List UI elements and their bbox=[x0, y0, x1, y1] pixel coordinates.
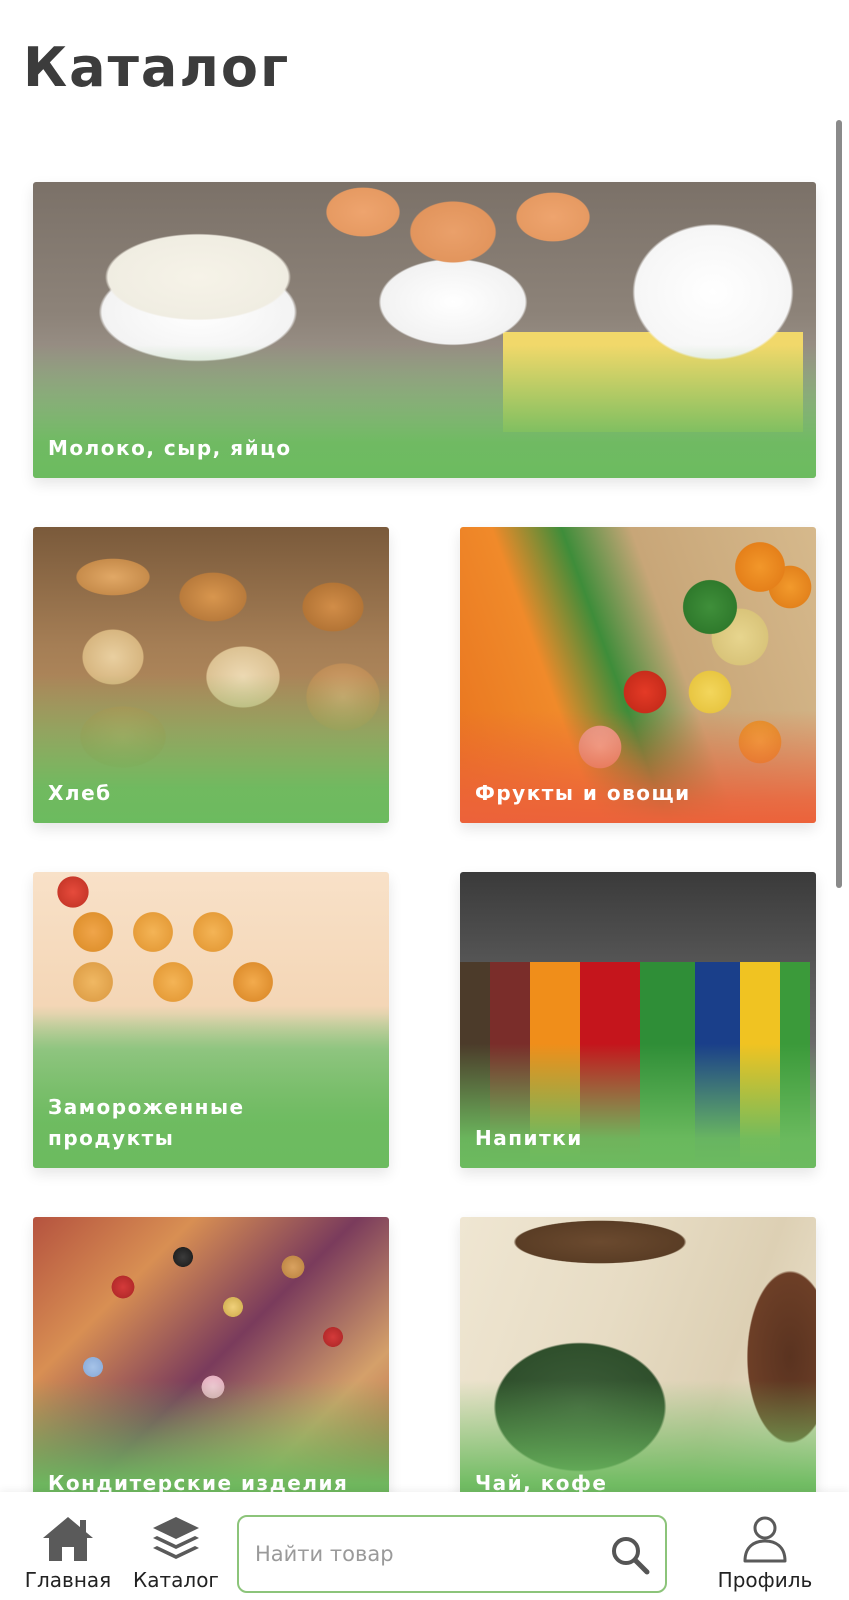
category-card-dairy[interactable]: Молоко, сыр, яйцо bbox=[33, 182, 816, 478]
category-card-bread[interactable]: Хлеб bbox=[33, 527, 389, 823]
bottom-navigation: Главная Каталог Профиль bbox=[0, 1492, 849, 1600]
category-label: Напитки bbox=[475, 1123, 804, 1154]
category-label-line: Напитки bbox=[475, 1126, 583, 1150]
scrollbar[interactable] bbox=[836, 120, 842, 888]
layers-icon bbox=[148, 1514, 204, 1564]
category-card-fruits-vegetables[interactable]: Фрукты и овощи bbox=[460, 527, 816, 823]
search-icon[interactable] bbox=[609, 1534, 651, 1576]
nav-catalog[interactable]: Каталог bbox=[128, 1492, 224, 1600]
category-card-frozen[interactable]: Замороженные продукты bbox=[33, 872, 389, 1168]
home-icon bbox=[40, 1514, 96, 1564]
category-label-line: Молоко, сыр, яйцо bbox=[48, 436, 292, 460]
category-label-line: продукты bbox=[48, 1126, 175, 1150]
category-label: Замороженные продукты bbox=[48, 1092, 377, 1154]
category-label-line: Фрукты и овощи bbox=[475, 781, 691, 805]
nav-home-label: Главная bbox=[24, 1568, 112, 1592]
category-card-drinks[interactable]: Напитки bbox=[460, 872, 816, 1168]
category-label-line: Замороженные bbox=[48, 1095, 245, 1119]
category-label-line: Хлеб bbox=[48, 781, 112, 805]
search-input[interactable] bbox=[255, 1542, 595, 1566]
nav-home[interactable]: Главная bbox=[20, 1492, 116, 1600]
category-card-confectionery[interactable]: Кондитерские изделия bbox=[33, 1217, 389, 1513]
category-label: Молоко, сыр, яйцо bbox=[48, 433, 804, 464]
category-card-tea-coffee[interactable]: Чай, кофе bbox=[460, 1217, 816, 1513]
page-title: Каталог bbox=[23, 36, 291, 99]
nav-profile[interactable]: Профиль bbox=[712, 1492, 818, 1600]
user-icon bbox=[737, 1514, 793, 1564]
category-label: Фрукты и овощи bbox=[475, 778, 804, 809]
nav-profile-label: Профиль bbox=[717, 1568, 813, 1592]
nav-catalog-label: Каталог bbox=[133, 1568, 219, 1592]
search-box[interactable] bbox=[237, 1515, 667, 1593]
category-label: Хлеб bbox=[48, 778, 377, 809]
